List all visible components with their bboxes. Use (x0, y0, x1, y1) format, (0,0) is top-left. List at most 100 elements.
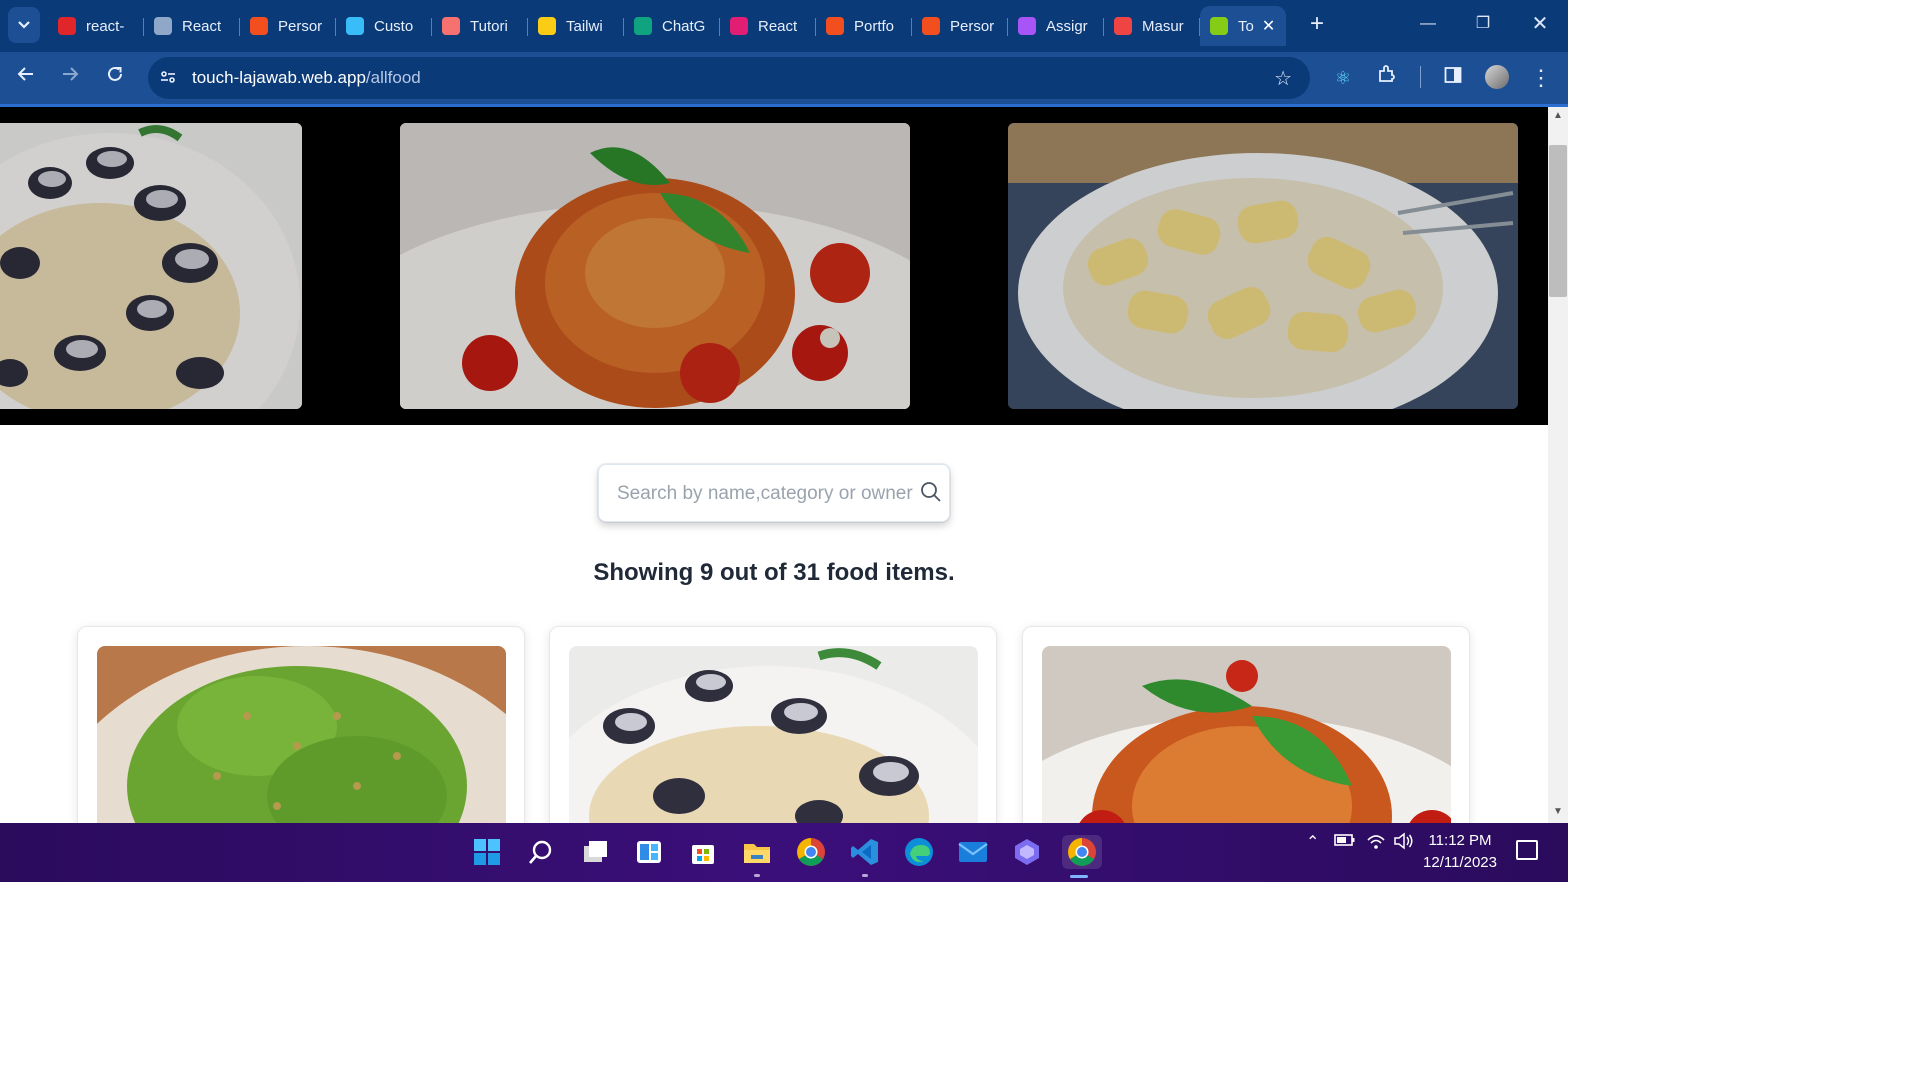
address-bar[interactable]: touch-lajawab.web.app/allfood ☆ (148, 57, 1310, 99)
browser-tab[interactable]: To ✕ (1200, 6, 1286, 46)
person-icon (538, 17, 556, 35)
clock-date: 12/11/2023 (1423, 854, 1497, 871)
netlify-icon (58, 17, 76, 35)
tab-title: Custo (374, 17, 414, 35)
browser-tab[interactable]: Portfo (816, 6, 912, 46)
lajawab-icon (1210, 17, 1228, 35)
spaghetti-image (400, 123, 910, 409)
carousel-slide-clams[interactable] (0, 123, 302, 409)
food-card[interactable] (1022, 626, 1470, 823)
carousel-slide-rigatoni[interactable] (1008, 123, 1518, 409)
figma-icon (922, 17, 940, 35)
tab-title: react- (86, 17, 125, 35)
copilot-icon[interactable] (1010, 835, 1044, 869)
microsoft-store-icon[interactable] (686, 835, 720, 869)
tab-title: React (182, 17, 222, 35)
browser-tab[interactable]: react- (48, 6, 144, 46)
profile-avatar[interactable] (1485, 65, 1509, 89)
reload-icon (108, 66, 122, 81)
windows-start-icon[interactable] (470, 835, 504, 869)
clam-pasta-image (0, 123, 302, 409)
arrow-left-icon (17, 67, 33, 81)
toolbar-divider (1420, 66, 1421, 88)
clock-time: 11:12 PM (1428, 832, 1492, 849)
bookmark-star-icon[interactable]: ☆ (1274, 66, 1292, 91)
back-button[interactable] (12, 64, 40, 92)
side-panel-icon[interactable] (1439, 64, 1467, 92)
chatgpt-icon (634, 17, 652, 35)
reload-button[interactable] (101, 64, 129, 92)
figma-icon (250, 17, 268, 35)
wifi-icon[interactable] (1366, 832, 1386, 855)
chevron-down-icon (18, 21, 30, 29)
vscode-icon[interactable] (848, 835, 882, 869)
results-count: Showing 9 out of 31 food items. (593, 559, 955, 586)
tab-title: Persor (950, 17, 995, 35)
browser-tab[interactable]: Assigr (1008, 6, 1104, 46)
system-clock[interactable]: 11:12 PM 12/11/2023 (1418, 830, 1502, 874)
tab-search-button[interactable] (8, 7, 40, 43)
edge-icon[interactable] (902, 835, 936, 869)
forward-button[interactable] (56, 64, 84, 92)
file-explorer-icon[interactable] (740, 835, 774, 869)
scrollbar-thumb[interactable] (1549, 145, 1567, 297)
minimize-button[interactable]: — (1408, 10, 1448, 38)
restore-button[interactable]: ❐ (1463, 10, 1503, 38)
food-card[interactable] (77, 626, 525, 823)
browser-tab[interactable]: React (720, 6, 816, 46)
figma-icon (826, 17, 844, 35)
browser-tab[interactable]: Tutori (432, 6, 528, 46)
tab-title: To (1238, 17, 1254, 35)
search-input[interactable] (617, 479, 917, 509)
browser-tab[interactable]: ChatG (624, 6, 720, 46)
browser-tab[interactable]: Persor (240, 6, 336, 46)
notification-center-icon[interactable] (1516, 840, 1538, 860)
url-host: touch-lajawab.web.app (192, 68, 366, 87)
running-indicator (862, 874, 868, 877)
search-icon[interactable] (919, 480, 943, 504)
menu-kebab-icon[interactable]: ⋮ (1527, 64, 1555, 92)
globe-icon (154, 17, 172, 35)
url-path: /allfood (365, 68, 421, 87)
widgets-icon[interactable] (632, 835, 666, 869)
browser-tab[interactable]: Persor (912, 6, 1008, 46)
browser-tab[interactable]: React (144, 6, 240, 46)
browser-tab[interactable]: Tailwi (528, 6, 624, 46)
close-window-button[interactable]: ✕ (1520, 10, 1560, 38)
carousel-slide-spaghetti[interactable] (400, 123, 910, 409)
volume-icon[interactable] (1393, 832, 1415, 855)
tab-title: Tutori (470, 17, 508, 35)
mascot-icon (1114, 17, 1132, 35)
extensions-icon[interactable] (1373, 64, 1401, 92)
food-card[interactable] (549, 626, 997, 823)
url-text[interactable]: touch-lajawab.web.app/allfood (192, 68, 421, 88)
arrow-right-icon (63, 67, 79, 81)
food-card-image (1042, 646, 1451, 823)
page-content: Showing 9 out of 31 food items. (0, 107, 1548, 823)
tab-title: React (758, 17, 798, 35)
scroll-down-arrow-icon[interactable]: ▼ (1551, 806, 1565, 820)
rigatoni-image (1008, 123, 1518, 409)
search-taskbar-icon[interactable] (524, 835, 558, 869)
tray-overflow-chevron-icon[interactable]: ⌃ (1306, 832, 1319, 852)
close-tab-icon[interactable]: ✕ (1262, 16, 1275, 36)
tab-title: Persor (278, 17, 323, 35)
browser-tab[interactable]: Masur (1104, 6, 1200, 46)
running-indicator (754, 874, 760, 877)
food-carousel (0, 107, 1548, 425)
task-view-icon[interactable] (578, 835, 612, 869)
site-settings-icon[interactable] (158, 68, 178, 88)
tab-title: Masur (1142, 17, 1184, 35)
scroll-up-arrow-icon[interactable]: ▲ (1551, 110, 1565, 124)
battery-icon[interactable] (1334, 832, 1356, 853)
react-icon (730, 17, 748, 35)
chrome-active-icon[interactable] (1062, 835, 1102, 869)
react-devtools-icon[interactable]: ⚛ (1329, 64, 1357, 92)
chrome-icon[interactable] (794, 835, 828, 869)
new-tab-button[interactable]: + (1303, 10, 1331, 38)
browser-tab[interactable]: Custo (336, 6, 432, 46)
dots-icon (442, 17, 460, 35)
mail-icon[interactable] (956, 835, 990, 869)
tailwind-icon (346, 17, 364, 35)
tab-title: Assigr (1046, 17, 1088, 35)
